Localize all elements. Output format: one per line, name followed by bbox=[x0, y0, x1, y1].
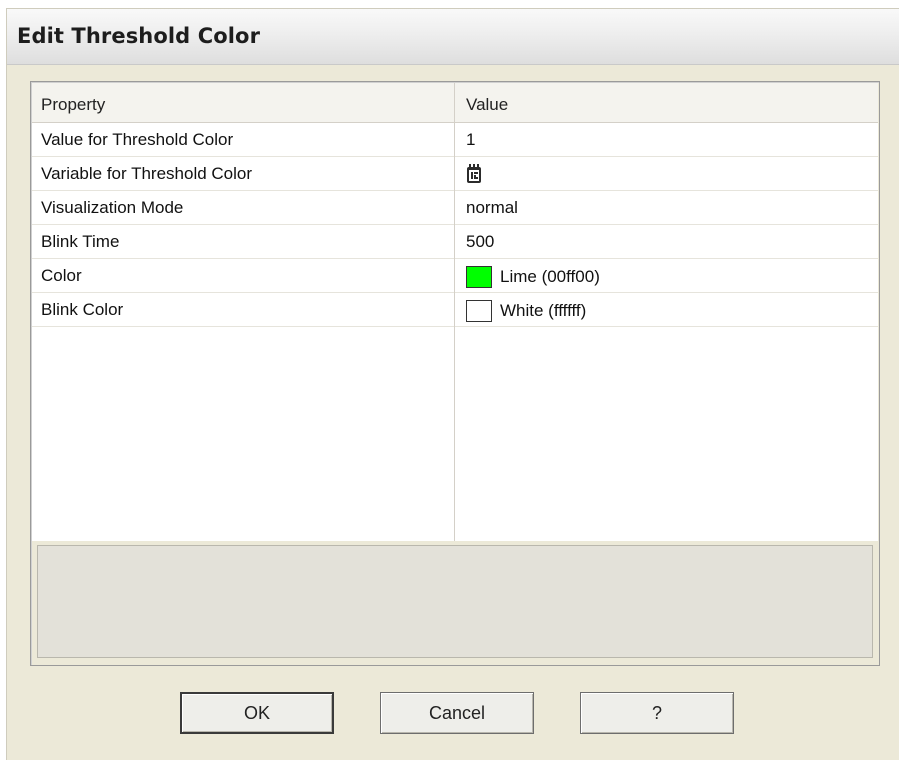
grid-row-value-for-threshold-color[interactable]: Value for Threshold Color 1 bbox=[32, 123, 878, 157]
header-property[interactable]: Property bbox=[41, 95, 105, 115]
cancel-button[interactable]: Cancel bbox=[380, 692, 534, 734]
property-value[interactable]: Lime (00ff00) bbox=[466, 266, 600, 288]
property-value[interactable]: normal bbox=[466, 198, 518, 218]
value-text: 500 bbox=[466, 232, 495, 251]
grid-row-blink-time[interactable]: Blink Time 500 bbox=[32, 225, 878, 259]
color-swatch[interactable] bbox=[466, 300, 492, 322]
variable-tag-icon[interactable] bbox=[466, 164, 482, 184]
property-grid-panel: Property Value Value for Threshold Color… bbox=[30, 81, 880, 666]
dialog-title: Edit Threshold Color bbox=[17, 24, 261, 48]
property-value[interactable]: 500 bbox=[466, 232, 494, 252]
help-button[interactable]: ? bbox=[580, 692, 734, 734]
value-text: normal bbox=[466, 198, 518, 217]
value-text: White (ffffff) bbox=[500, 301, 587, 320]
value-text: 1 bbox=[466, 130, 476, 149]
column-divider[interactable] bbox=[454, 83, 455, 541]
property-value[interactable]: 1 bbox=[466, 130, 475, 150]
grid-row-blink-color[interactable]: Blink Color White (ffffff) bbox=[32, 293, 878, 327]
property-label: Value for Threshold Color bbox=[41, 130, 234, 149]
property-label: Visualization Mode bbox=[41, 198, 184, 217]
property-grid: Property Value Value for Threshold Color… bbox=[32, 83, 878, 541]
ok-button[interactable]: OK bbox=[180, 692, 334, 734]
description-box bbox=[37, 545, 873, 658]
property-label: Blink Time bbox=[41, 232, 120, 251]
header-value[interactable]: Value bbox=[466, 95, 508, 115]
value-text: Lime (00ff00) bbox=[500, 267, 600, 286]
title-bar[interactable]: Edit Threshold Color bbox=[7, 9, 899, 65]
grid-row-variable-for-threshold-color[interactable]: Variable for Threshold Color bbox=[32, 157, 878, 191]
property-label: Color bbox=[41, 266, 82, 285]
property-value[interactable] bbox=[466, 164, 490, 184]
grid-header: Property Value bbox=[32, 83, 878, 123]
property-label: Variable for Threshold Color bbox=[41, 164, 253, 183]
property-value[interactable]: White (ffffff) bbox=[466, 300, 586, 322]
color-swatch[interactable] bbox=[466, 266, 492, 288]
grid-row-color[interactable]: Color Lime (00ff00) bbox=[32, 259, 878, 293]
property-label: Blink Color bbox=[41, 300, 124, 319]
grid-row-visualization-mode[interactable]: Visualization Mode normal bbox=[32, 191, 878, 225]
